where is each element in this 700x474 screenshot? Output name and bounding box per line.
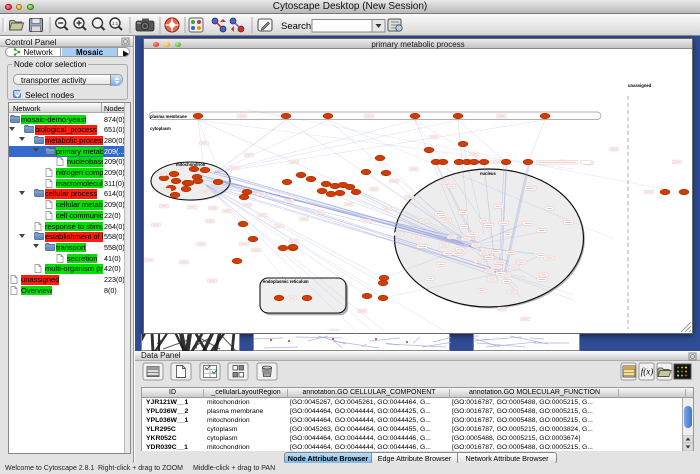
svg-text:mitochondrion: mitochondrion — [176, 162, 206, 167]
svg-text:Search:: Search: — [281, 21, 314, 32]
svg-text:plasma membrane: plasma membrane — [150, 114, 187, 119]
svg-text:f(x): f(x) — [641, 367, 654, 377]
svg-text:1:1: 1:1 — [112, 21, 119, 26]
svg-text:cytoplasm: cytoplasm — [150, 126, 171, 131]
svg-text:unassigned: unassigned — [628, 83, 652, 88]
svg-text:endoplasmic reticulum: endoplasmic reticulum — [263, 279, 309, 284]
svg-text:nucleus: nucleus — [480, 171, 496, 176]
